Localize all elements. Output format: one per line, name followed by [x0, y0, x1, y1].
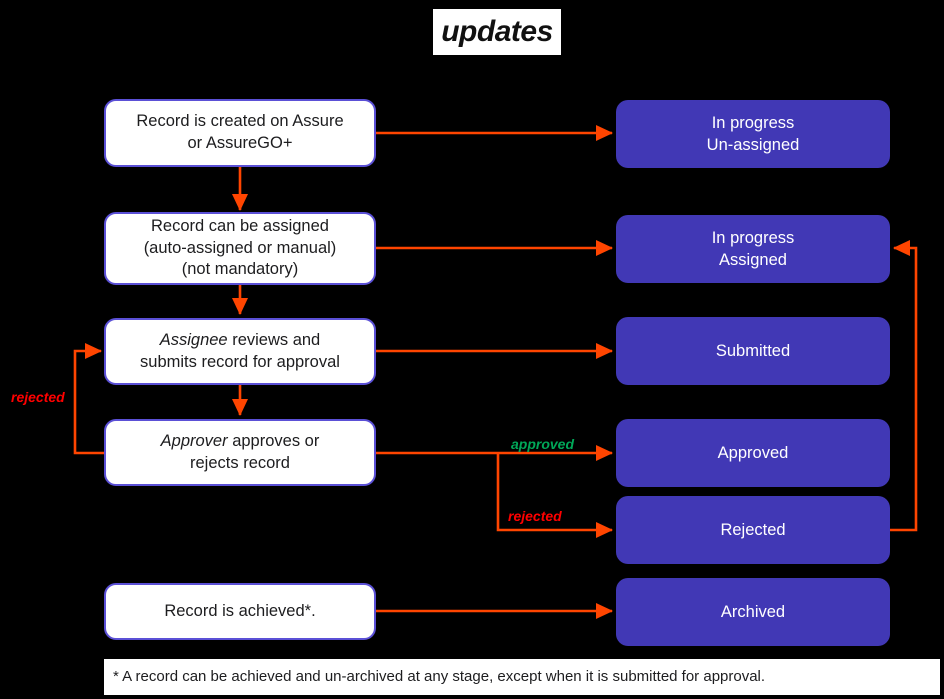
edge-rejected-return-loop: [890, 239, 918, 532]
status-line-1: Rejected: [720, 520, 786, 539]
status-box-text: Archived: [721, 601, 785, 623]
process-box-text: Record is achieved*.: [164, 601, 315, 623]
status-line-1: Submitted: [715, 341, 791, 360]
status-line-2: Assigned: [719, 251, 787, 269]
process-line-2: (auto-assigned or manual): [143, 238, 337, 257]
status-line-2: Un-assigned: [706, 136, 800, 154]
process-line-1-rest: approves or: [227, 431, 320, 450]
status-box-in-progress-assigned[interactable]: In progress Assigned: [616, 215, 890, 283]
status-box-text: Submitted: [716, 340, 790, 362]
status-line-1: Archived: [720, 602, 786, 621]
process-box-approver-decides[interactable]: Approver approves or rejects record: [104, 419, 376, 486]
status-box-text: Approved: [718, 442, 789, 464]
status-line-1: In progress: [711, 228, 795, 247]
status-line-1: Approved: [717, 443, 789, 462]
process-line-2: submits record for approval: [140, 352, 340, 371]
status-box-approved[interactable]: Approved: [616, 419, 890, 487]
process-box-text: Record can be assigned (auto-assigned or…: [144, 216, 337, 281]
process-box-record-created[interactable]: Record is created on Assure or AssureGO+: [104, 99, 376, 167]
process-line-1: Record can be assigned: [151, 216, 329, 235]
workflow-diagram: updates approved rejected rejected Recor…: [0, 0, 944, 699]
status-box-submitted[interactable]: Submitted: [616, 317, 890, 385]
diagram-title-text: updates: [441, 15, 553, 48]
footnote-text: * A record can be achieved and un-archiv…: [113, 668, 766, 685]
status-box-text: Rejected: [720, 519, 785, 541]
edge-label-rejected-loop: rejected: [11, 389, 65, 405]
edge-label-rejected-branch: rejected: [508, 508, 562, 524]
status-box-archived[interactable]: Archived: [616, 578, 890, 646]
process-line-2: or AssureGO+: [187, 134, 293, 152]
process-box-text: Approver approves or rejects record: [161, 431, 320, 475]
process-line-3: (not mandatory): [181, 260, 299, 279]
status-line-1: In progress: [711, 113, 795, 132]
process-line-1: Record is created on Assure: [136, 112, 344, 131]
process-line-2: rejects record: [190, 453, 290, 472]
process-box-assignee-reviews[interactable]: Assignee reviews and submits record for …: [104, 318, 376, 385]
status-box-text: In progress Assigned: [712, 227, 795, 272]
process-box-text: Assignee reviews and submits record for …: [140, 330, 340, 374]
status-box-text: In progress Un-assigned: [707, 112, 800, 157]
status-box-in-progress-unassigned[interactable]: In progress Un-assigned: [616, 100, 890, 168]
process-line-1-rest: reviews and: [227, 330, 321, 349]
process-box-record-archived[interactable]: Record is achieved*.: [104, 583, 376, 640]
edge-rejected-left-loop: [73, 342, 104, 455]
status-box-rejected[interactable]: Rejected: [616, 496, 890, 564]
edge-label-approved: approved: [511, 436, 575, 452]
diagram-title: updates: [433, 9, 561, 55]
process-box-record-assigned[interactable]: Record can be assigned (auto-assigned or…: [104, 212, 376, 285]
process-emphasis-role: Assignee: [159, 330, 228, 349]
process-line-1: Record is achieved*.: [164, 601, 316, 620]
process-emphasis-role: Approver: [160, 431, 228, 450]
process-box-text: Record is created on Assure or AssureGO+: [136, 111, 343, 155]
footnote-banner: * A record can be achieved and un-archiv…: [104, 659, 940, 695]
